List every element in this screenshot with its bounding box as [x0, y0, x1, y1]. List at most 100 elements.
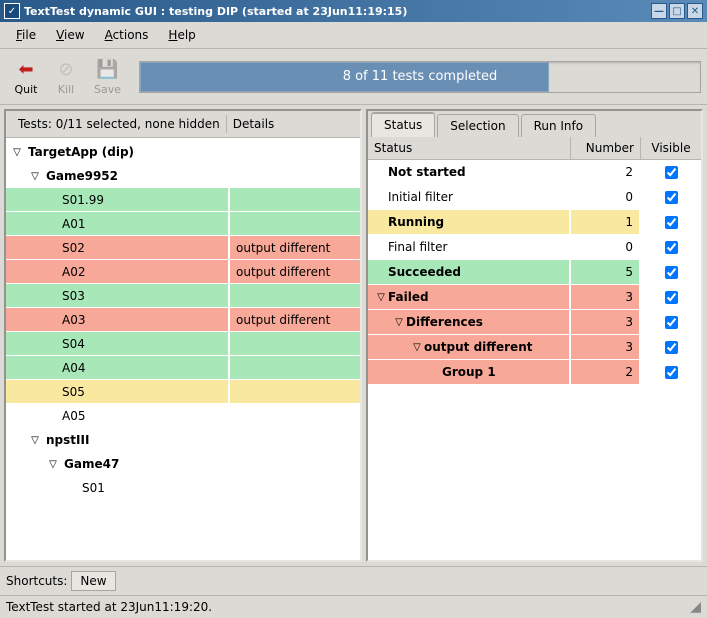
test-row[interactable]: A02output different — [6, 260, 360, 284]
tests-tree[interactable]: ▽TargetApp (dip)▽Game9952S01.99A01S02out… — [6, 138, 360, 560]
test-detail — [230, 332, 360, 356]
status-number: 5 — [571, 260, 641, 285]
selection-status: Tests: 0/11 selected, none hidden — [12, 115, 226, 133]
window-title: TextTest dynamic GUI : testing DIP (star… — [24, 5, 649, 18]
menu-view[interactable]: View — [46, 25, 94, 45]
status-tree[interactable]: Not started2Initial filter0Running1Final… — [368, 160, 701, 560]
status-label: Succeeded — [388, 265, 461, 279]
test-name: S01.99 — [6, 188, 230, 212]
status-number: 0 — [571, 185, 641, 210]
tree-node[interactable]: ▽TargetApp (dip) — [6, 140, 360, 164]
tabs: Status Selection Run Info — [368, 111, 701, 137]
test-detail — [230, 212, 360, 236]
test-name: S02 — [6, 236, 230, 260]
test-row[interactable]: S04 — [6, 332, 360, 356]
expand-toggle-icon[interactable]: ▽ — [28, 171, 42, 182]
minimize-button[interactable]: — — [651, 3, 667, 19]
test-row[interactable]: S05 — [6, 380, 360, 404]
save-icon: 💾 — [96, 57, 120, 81]
visible-checkbox[interactable] — [665, 241, 678, 254]
status-number: 0 — [571, 235, 641, 260]
status-visible-cell — [641, 360, 701, 385]
visible-checkbox[interactable] — [665, 316, 678, 329]
status-row[interactable]: Initial filter 0 — [368, 185, 701, 210]
status-number: 3 — [571, 285, 641, 310]
menu-help[interactable]: Help — [158, 25, 205, 45]
kill-icon: ⊘ — [54, 57, 78, 81]
status-visible-cell — [641, 335, 701, 360]
visible-checkbox[interactable] — [665, 166, 678, 179]
menu-actions[interactable]: Actions — [95, 25, 159, 45]
tree-label: Game47 — [60, 457, 356, 471]
status-number: 3 — [571, 310, 641, 335]
expand-toggle-icon[interactable]: ▽ — [28, 435, 42, 446]
status-number: 3 — [571, 335, 641, 360]
expand-toggle-icon[interactable]: ▽ — [410, 342, 424, 353]
tab-selection[interactable]: Selection — [437, 114, 518, 137]
tree-node[interactable]: ▽Game9952 — [6, 164, 360, 188]
status-label: Differences — [406, 315, 483, 329]
status-label-cell: Running — [368, 210, 571, 235]
status-row[interactable]: ▽Differences3 — [368, 310, 701, 335]
status-row[interactable]: Running1 — [368, 210, 701, 235]
test-row[interactable]: S02output different — [6, 236, 360, 260]
status-visible-cell — [641, 310, 701, 335]
maximize-button[interactable]: □ — [669, 3, 685, 19]
details-header: Details — [226, 115, 281, 133]
test-row[interactable]: S03 — [6, 284, 360, 308]
status-label-cell: ▽Failed — [368, 285, 571, 310]
visible-checkbox[interactable] — [665, 191, 678, 204]
status-label: Final filter — [388, 240, 447, 254]
status-label: Initial filter — [388, 190, 453, 204]
col-number[interactable]: Number — [571, 137, 641, 159]
expand-toggle-icon[interactable]: ▽ — [46, 459, 60, 470]
visible-checkbox[interactable] — [665, 291, 678, 304]
visible-checkbox[interactable] — [665, 216, 678, 229]
tab-runinfo[interactable]: Run Info — [521, 114, 597, 137]
expand-toggle-icon[interactable]: ▽ — [392, 317, 406, 328]
test-row[interactable]: S01.99 — [6, 188, 360, 212]
status-label-cell: ▽Differences — [368, 310, 571, 335]
col-visible[interactable]: Visible — [641, 137, 701, 159]
status-number: 2 — [571, 160, 641, 185]
new-shortcut-button[interactable]: New — [71, 571, 115, 591]
tree-label: TargetApp (dip) — [24, 145, 356, 159]
status-row[interactable]: ▽Failed3 — [368, 285, 701, 310]
tree-label: npstIII — [42, 433, 356, 447]
test-row[interactable]: A05 — [6, 404, 360, 428]
kill-button: ⊘ Kill — [46, 55, 86, 98]
tree-label: Game9952 — [42, 169, 356, 183]
test-detail — [230, 356, 360, 380]
test-row[interactable]: A01 — [6, 212, 360, 236]
status-row[interactable]: Group 12 — [368, 360, 701, 385]
test-detail: output different — [230, 260, 360, 284]
test-name: A02 — [6, 260, 230, 284]
statusbar-text: TextTest started at 23Jun11:19:20. — [6, 600, 212, 614]
visible-checkbox[interactable] — [665, 366, 678, 379]
toolbar: ⬅ Quit ⊘ Kill 💾 Save 8 of 11 tests compl… — [0, 49, 707, 105]
status-label-cell: Succeeded — [368, 260, 571, 285]
status-row[interactable]: ▽output different3 — [368, 335, 701, 360]
status-panel: Status Selection Run Info Status Number … — [366, 109, 703, 562]
tree-node[interactable]: ▽npstIII — [6, 428, 360, 452]
status-row[interactable]: Final filter 0 — [368, 235, 701, 260]
resize-grip-icon[interactable]: ◢ — [690, 599, 701, 615]
tree-node[interactable]: ▽Game47 — [6, 452, 360, 476]
test-name: A01 — [6, 212, 230, 236]
expand-toggle-icon[interactable]: ▽ — [10, 147, 24, 158]
col-status[interactable]: Status — [368, 137, 571, 159]
quit-button[interactable]: ⬅ Quit — [6, 55, 46, 98]
test-row[interactable]: A04 — [6, 356, 360, 380]
visible-checkbox[interactable] — [665, 341, 678, 354]
close-button[interactable]: ✕ — [687, 3, 703, 19]
status-row[interactable]: Succeeded 5 — [368, 260, 701, 285]
test-row[interactable]: A03output different — [6, 308, 360, 332]
tab-status[interactable]: Status — [371, 112, 435, 137]
menu-file[interactable]: File — [6, 25, 46, 45]
visible-checkbox[interactable] — [665, 266, 678, 279]
status-row[interactable]: Not started2 — [368, 160, 701, 185]
save-button: 💾 Save — [86, 55, 129, 98]
tree-node[interactable]: S01 — [6, 476, 360, 500]
status-visible-cell — [641, 260, 701, 285]
expand-toggle-icon[interactable]: ▽ — [374, 292, 388, 303]
